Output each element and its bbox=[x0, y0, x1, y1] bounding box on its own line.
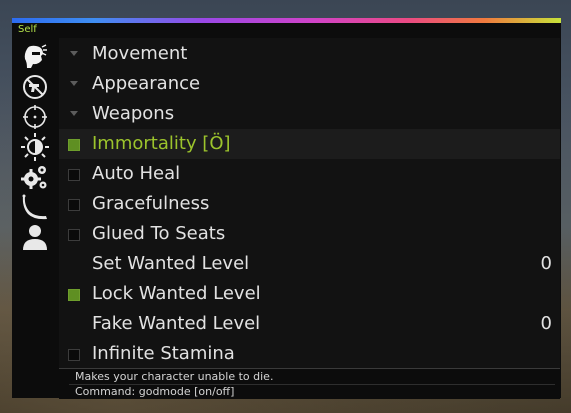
checkbox-unchecked[interactable] bbox=[68, 199, 80, 211]
submenu-arrow-icon bbox=[70, 81, 78, 86]
rainbow-header-bar bbox=[12, 18, 561, 23]
checkbox-checked[interactable] bbox=[68, 139, 80, 151]
menu-items-panel: Movement Appearance Weapons Immortality … bbox=[59, 38, 560, 368]
sidebar-item-aim[interactable] bbox=[18, 102, 52, 132]
menu-item-label: Set Wanted Level bbox=[92, 253, 250, 274]
checkbox-unchecked[interactable] bbox=[68, 229, 80, 241]
toggle-item-auto-heal[interactable]: Auto Heal bbox=[59, 159, 560, 189]
menu-item-value: 0 bbox=[540, 313, 552, 334]
number-item-set-wanted-level[interactable]: Set Wanted Level 0 bbox=[59, 249, 560, 279]
menu-item-label: Fake Wanted Level bbox=[92, 313, 261, 334]
toggle-item-lock-wanted-level[interactable]: Lock Wanted Level bbox=[59, 279, 560, 309]
menu-item-label: Infinite Stamina bbox=[92, 343, 235, 364]
toggle-item-immortality[interactable]: Immortality [Ö] bbox=[59, 129, 560, 159]
sidebar-item-player[interactable] bbox=[18, 222, 52, 252]
menu-item-label: Gracefulness bbox=[92, 193, 210, 214]
toggle-item-gracefulness[interactable]: Gracefulness bbox=[59, 189, 560, 219]
menu-item-label: Weapons bbox=[92, 103, 175, 124]
checkbox-checked[interactable] bbox=[68, 289, 80, 301]
item-command-hint: Command: godmode [on/off] bbox=[75, 385, 235, 398]
menu-item-label: Lock Wanted Level bbox=[92, 283, 261, 304]
menu-item-value: 0 bbox=[540, 253, 552, 274]
menu-item-label: Movement bbox=[92, 43, 188, 64]
gears-icon bbox=[21, 166, 47, 189]
brightness-icon bbox=[21, 133, 49, 161]
menu-title: Self bbox=[18, 24, 37, 35]
submenu-item-movement[interactable]: Movement bbox=[59, 39, 560, 69]
item-description: Makes your character unable to die. bbox=[75, 370, 274, 383]
sidebar-item-self[interactable] bbox=[18, 42, 52, 72]
menu-item-label: Immortality [Ö] bbox=[92, 133, 231, 154]
knife-icon bbox=[22, 194, 47, 220]
no-shooting-icon bbox=[23, 75, 47, 99]
submenu-item-weapons[interactable]: Weapons bbox=[59, 99, 560, 129]
checkbox-unchecked[interactable] bbox=[68, 169, 80, 181]
player-head-icon bbox=[24, 44, 47, 68]
person-icon bbox=[23, 225, 47, 250]
submenu-arrow-icon bbox=[70, 111, 78, 116]
sidebar-item-world[interactable] bbox=[18, 132, 52, 162]
sidebar-item-combat[interactable] bbox=[18, 72, 52, 102]
submenu-item-appearance[interactable]: Appearance bbox=[59, 69, 560, 99]
menu-item-label: Glued To Seats bbox=[92, 223, 226, 244]
number-item-fake-wanted-level[interactable]: Fake Wanted Level 0 bbox=[59, 309, 560, 339]
toggle-item-glued-to-seats[interactable]: Glued To Seats bbox=[59, 219, 560, 249]
toggle-item-infinite-stamina[interactable]: Infinite Stamina bbox=[59, 339, 560, 369]
sidebar-item-settings[interactable] bbox=[18, 162, 52, 192]
self-menu: Self Movement Appearance Weapons Immorta… bbox=[12, 18, 561, 399]
sidebar-item-weapons[interactable] bbox=[18, 192, 52, 222]
menu-item-label: Appearance bbox=[92, 73, 201, 94]
category-sidebar bbox=[12, 38, 58, 368]
checkbox-unchecked[interactable] bbox=[68, 349, 80, 361]
menu-item-label: Auto Heal bbox=[92, 163, 181, 184]
help-footer: Makes your character unable to die. Comm… bbox=[59, 368, 560, 399]
submenu-arrow-icon bbox=[70, 51, 78, 56]
crosshair-icon bbox=[23, 105, 47, 129]
